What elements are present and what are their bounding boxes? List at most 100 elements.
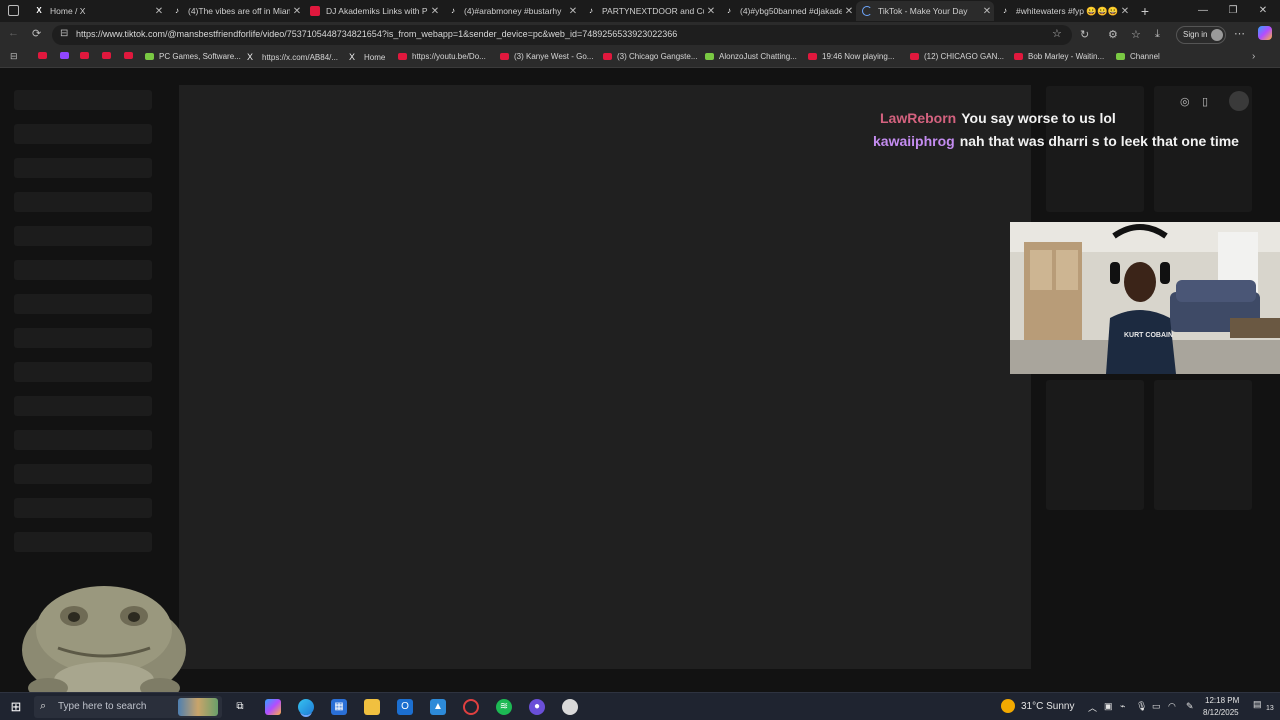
more-menu-icon[interactable]: ⋯: [1234, 27, 1245, 40]
microsoft-store-icon[interactable]: ▦: [331, 699, 347, 715]
file-explorer-icon[interactable]: [364, 699, 380, 715]
skeleton-item: [14, 532, 152, 552]
youtube-icon: [38, 52, 47, 59]
chevron-right-icon[interactable]: ›: [1252, 51, 1255, 62]
bookmark-channel[interactable]: Channel: [1116, 52, 1160, 61]
battery-icon[interactable]: ▭: [1152, 701, 1161, 712]
copilot-taskbar-icon[interactable]: [265, 699, 281, 715]
video-player-area[interactable]: [179, 85, 1031, 669]
sign-in-label: Sign in: [1183, 30, 1208, 39]
tab-tiktok-active[interactable]: TikTok - Make Your Day ✕: [856, 1, 994, 21]
minimize-button[interactable]: —: [1188, 2, 1218, 20]
close-icon[interactable]: ✕: [152, 6, 166, 17]
bookmark-youtube-2[interactable]: [80, 52, 94, 59]
bookmark-bob-marley[interactable]: Bob Marley - Waitin...: [1014, 52, 1104, 61]
taskbar-search-box[interactable]: ⌕ Type here to search: [34, 696, 222, 718]
close-icon[interactable]: ✕: [704, 6, 718, 17]
chat-message: kawaiiphrog nah that was dharri s to leek…: [873, 133, 1239, 149]
close-icon[interactable]: ✕: [566, 6, 580, 17]
copilot-icon[interactable]: [1258, 26, 1272, 40]
tiktok-icon: ♪: [589, 6, 593, 15]
bookmark-kanye[interactable]: (3) Kanye West - Go...: [500, 52, 593, 61]
search-icon: ⌕: [40, 700, 47, 712]
windows-start-icon[interactable]: ⊞: [8, 699, 24, 715]
bookmark-youtube-4[interactable]: [124, 52, 138, 59]
toad-icon: [22, 586, 186, 702]
skeleton-item: [14, 294, 152, 314]
clock-time[interactable]: 12:18 PM: [1205, 696, 1239, 705]
spotify-icon[interactable]: ≋: [496, 699, 512, 715]
tab-tiktok-1[interactable]: ♪ (4)The vibes are off in Miami ✕: [166, 1, 304, 21]
close-icon[interactable]: ✕: [980, 6, 994, 17]
bookmark-youtu-be[interactable]: https://youtu.be/Do...: [398, 52, 486, 61]
bookmark-twitch[interactable]: [60, 52, 74, 59]
pen-icon[interactable]: ✎: [1186, 701, 1194, 712]
chevron-up-icon[interactable]: ︿: [1088, 701, 1097, 714]
bookmark-label: (3) Chicago Gangste...: [617, 52, 698, 61]
mic-icon[interactable]: 🎙: [1136, 701, 1147, 712]
outlook-icon[interactable]: O: [397, 699, 413, 715]
tab-tiktok-5[interactable]: ♪ #whitewaters #fyp 😀😀😀 ✕: [994, 1, 1132, 21]
loading-stop-icon[interactable]: ⟳: [32, 27, 41, 40]
bookmarks-menu-icon[interactable]: ⊟: [10, 51, 18, 62]
download-icon[interactable]: ⤓: [1155, 28, 1160, 41]
address-bar[interactable]: ⊟ https://www.tiktok.com/@mansbestfriend…: [52, 25, 1072, 45]
favorite-star-icon[interactable]: ☆: [1052, 27, 1062, 40]
refresh-icon[interactable]: ↻: [1080, 28, 1089, 41]
close-icon[interactable]: ✕: [842, 6, 856, 17]
extensions-icon[interactable]: ⚙: [1108, 28, 1118, 41]
capture-app-icon[interactable]: [463, 699, 479, 715]
bookmark-chicago-1[interactable]: (3) Chicago Gangste...: [603, 52, 697, 61]
close-icon[interactable]: ✕: [428, 6, 442, 17]
bookmark-x-home[interactable]: X Home: [349, 52, 385, 62]
network-tray-icon[interactable]: ⌁: [1120, 701, 1125, 712]
site-info-icon[interactable]: ⊟: [60, 28, 68, 39]
wifi-icon[interactable]: ◠: [1168, 701, 1176, 712]
search-placeholder: Type here to search: [58, 701, 147, 712]
close-icon[interactable]: ✕: [290, 6, 304, 17]
tab-tiktok-2[interactable]: ♪ (4)#arabmoney #bustarhy ✕: [442, 1, 580, 21]
skeleton-item: [14, 226, 152, 246]
url-text: https://www.tiktok.com/@mansbestfriendfo…: [76, 29, 678, 39]
tab-home-x[interactable]: X Home / X ✕: [28, 1, 166, 21]
back-icon[interactable]: ←: [8, 27, 19, 39]
maximize-button[interactable]: ❐: [1218, 2, 1248, 20]
sign-in-button[interactable]: Sign in: [1176, 26, 1226, 44]
tiktok-icon: ♪: [175, 6, 179, 15]
loading-icon: [862, 6, 872, 16]
clock-date[interactable]: 8/12/2025: [1203, 708, 1239, 717]
bookmark-label: 19:46 Now playing...: [822, 52, 895, 61]
new-tab-button[interactable]: +: [1130, 2, 1160, 20]
bookmark-youtube-1[interactable]: [38, 52, 52, 59]
tiktok-icon: ♪: [727, 6, 731, 15]
notifications-icon[interactable]: ▤: [1253, 699, 1262, 710]
related-video-skeleton: [1154, 380, 1252, 510]
close-window-button[interactable]: ✕: [1248, 2, 1278, 20]
discord-icon[interactable]: ●: [529, 699, 545, 715]
youtube-icon: [1014, 53, 1023, 60]
navigation-bar: ← ⟳ ⊟ https://www.tiktok.com/@mansbestfr…: [0, 22, 1280, 48]
chrome-icon[interactable]: [562, 699, 578, 715]
device-icon[interactable]: ▯: [1202, 95, 1208, 108]
bookmark-chicago-2[interactable]: (12) CHICAGO GAN...: [910, 52, 1004, 61]
favorites-icon[interactable]: ☆: [1131, 28, 1141, 41]
edge-browser-icon[interactable]: [298, 699, 314, 715]
tab-tiktok-3[interactable]: ♪ PARTYNEXTDOOR and Cuff ✕: [580, 1, 718, 21]
photo-app-icon[interactable]: ▲: [430, 699, 446, 715]
task-view-icon[interactable]: ⧉: [232, 699, 248, 715]
bookmark-now-playing[interactable]: 19:46 Now playing...: [808, 52, 895, 61]
tab-tiktok-4[interactable]: ♪ (4)#ybg50banned #djakade ✕: [718, 1, 856, 21]
bookmark-x-ab84[interactable]: Xhttps://x.com/AB84/...: [247, 52, 338, 62]
weather-icon[interactable]: [1001, 699, 1015, 713]
games-icon: [145, 53, 154, 60]
tab-youtube[interactable]: DJ Akademiks Links with Pa ✕: [304, 1, 442, 21]
bookmark-alonzo[interactable]: AlonzoJust Chatting...: [705, 52, 797, 61]
weather-text[interactable]: 31°C Sunny: [1021, 701, 1074, 712]
bookmark-pc-games[interactable]: PC Games, Software...: [145, 52, 241, 61]
profile-avatar[interactable]: [1229, 91, 1249, 111]
tab-actions-icon[interactable]: [8, 5, 19, 16]
app-tray-icon[interactable]: ▣: [1104, 701, 1113, 712]
compass-icon[interactable]: ◎: [1180, 95, 1190, 108]
related-video-skeleton: [1046, 86, 1144, 212]
bookmark-youtube-3[interactable]: [102, 52, 116, 59]
